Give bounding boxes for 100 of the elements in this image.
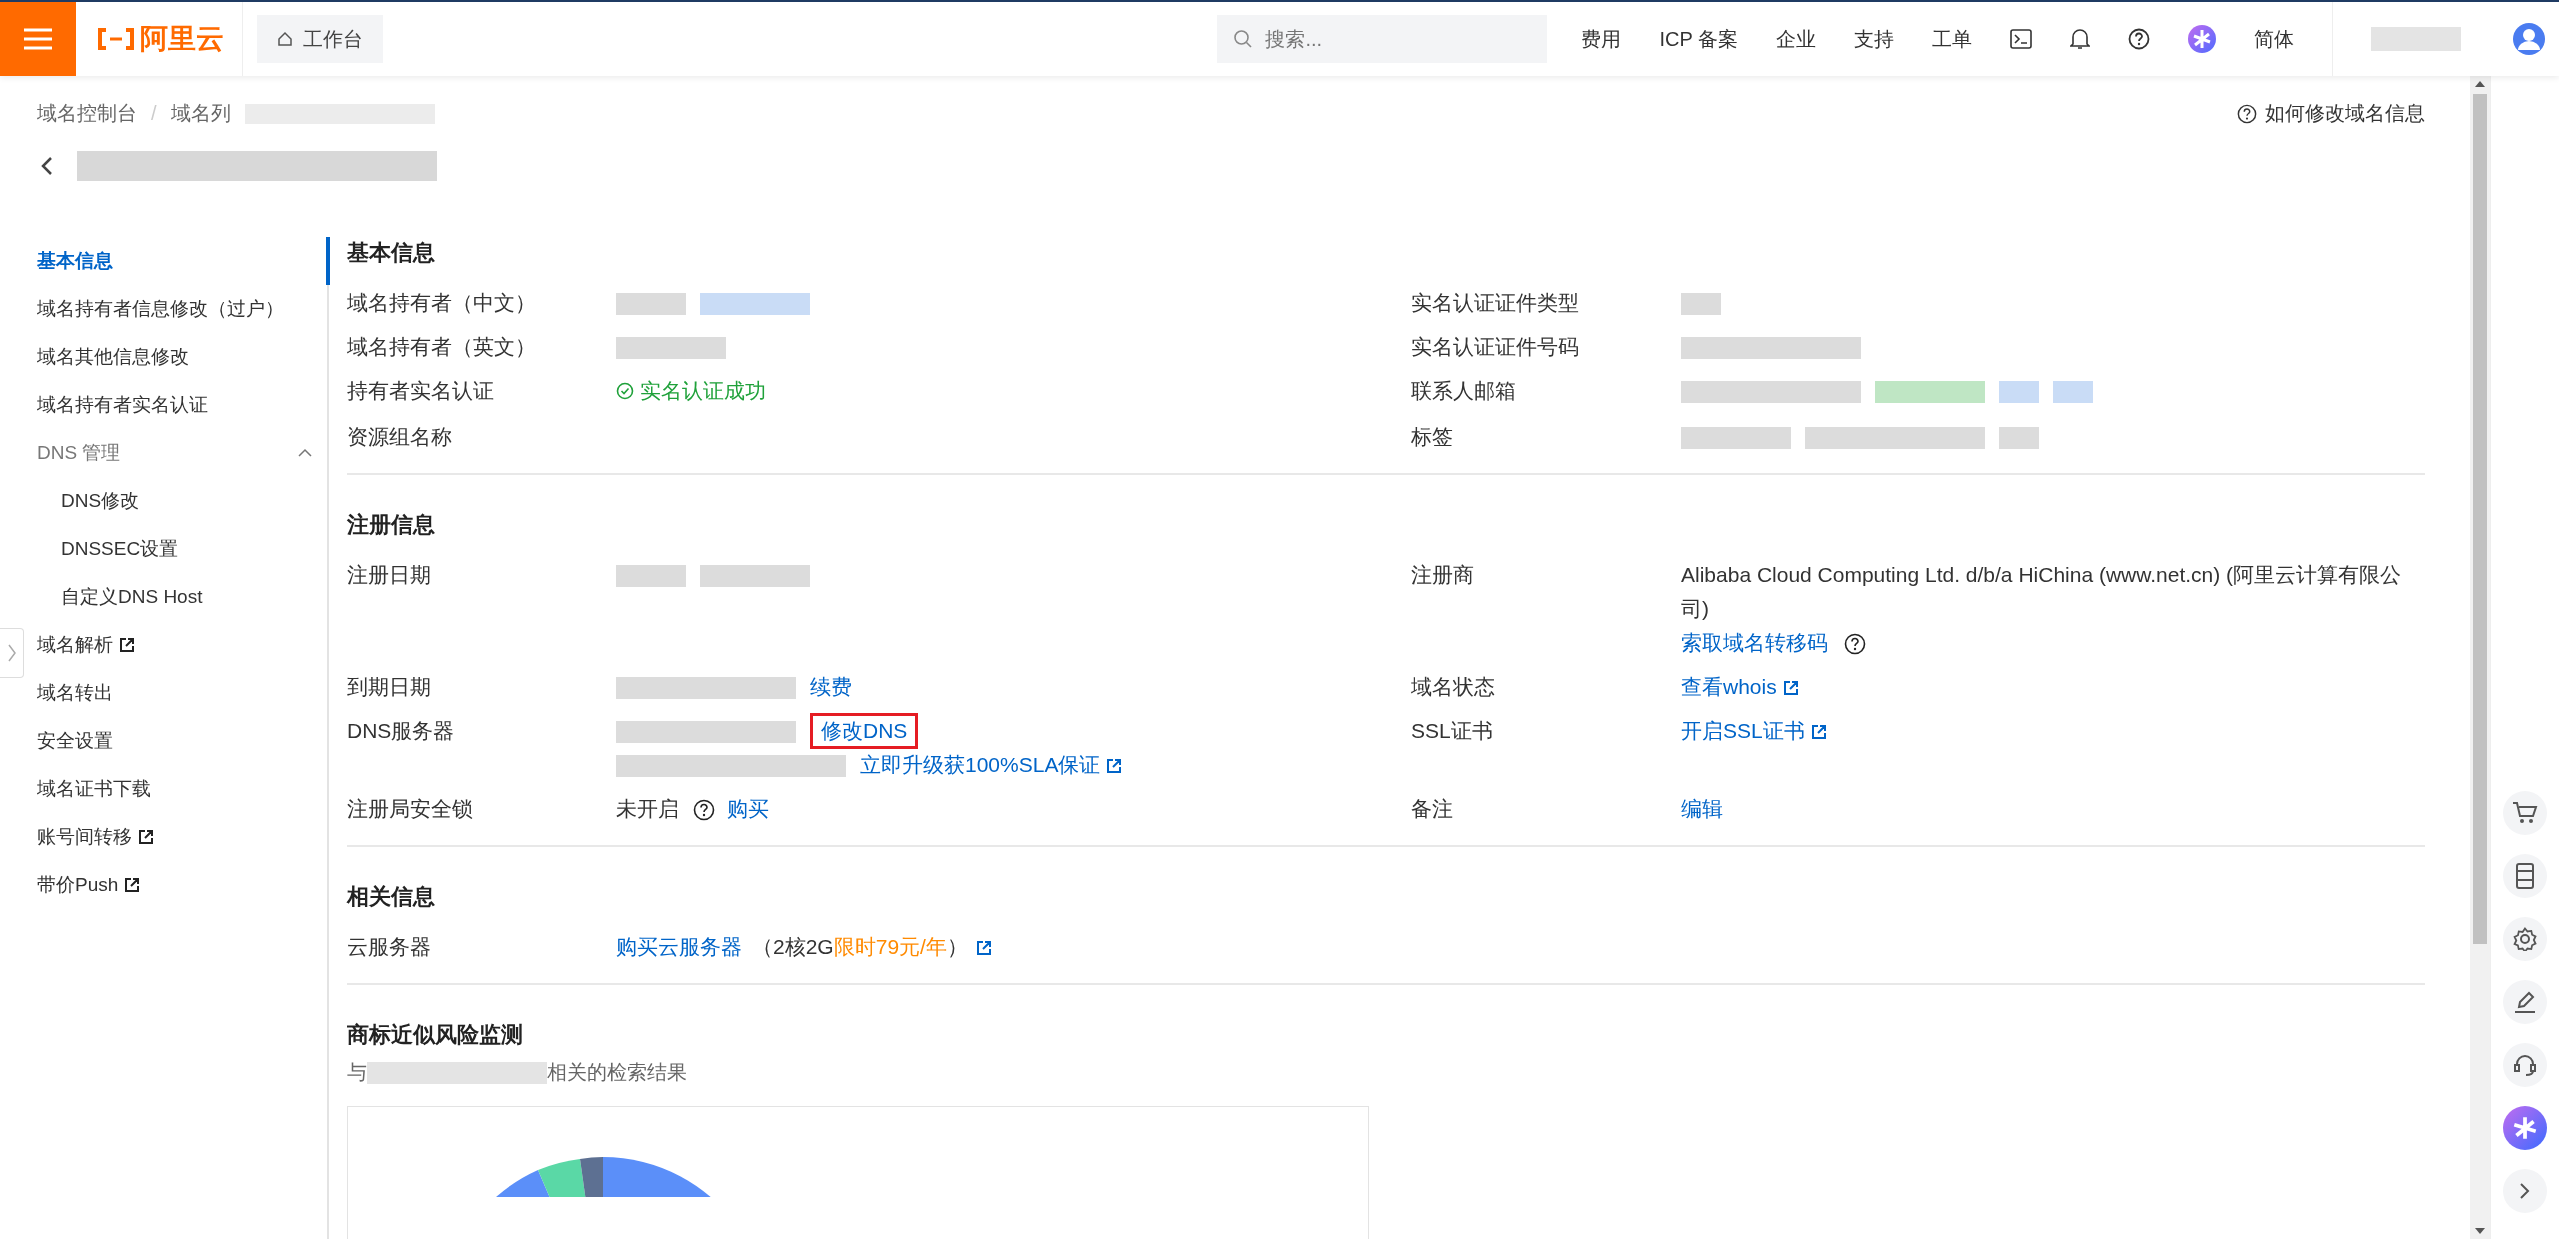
sidebar-item[interactable]: 自定义DNS Host: [37, 573, 330, 621]
pencil-icon: [2513, 990, 2537, 1014]
expand-handle[interactable]: [0, 628, 24, 678]
subtitle-text: 与: [347, 1060, 367, 1085]
status-text: 实名认证成功: [616, 374, 766, 408]
link[interactable]: 续费: [810, 675, 852, 698]
external-link-icon: [1782, 680, 1799, 697]
promo-text: 限时79元/年: [833, 935, 947, 958]
breadcrumb-link[interactable]: 域名列: [170, 100, 231, 127]
external-link-icon: [1106, 758, 1123, 775]
logo-icon: [96, 27, 136, 51]
breadcrumb-separator: /: [151, 102, 157, 125]
sidebar-item[interactable]: 域名证书下载: [37, 765, 330, 813]
nav-link[interactable]: 费用: [1581, 25, 1622, 53]
assistant-button[interactable]: [2503, 1106, 2547, 1150]
section-heading: 商标近似风险监测: [347, 1021, 524, 1049]
field-value: Alibaba Cloud Computing Ltd. d/b/a HiChina (www.net.cn) (阿里云计算有限公司): [1681, 562, 2403, 622]
field-value: 未开启: [616, 797, 679, 820]
sidebar-item[interactable]: DNS 管理: [37, 429, 330, 477]
settings-icon: [2513, 927, 2537, 951]
chevron-icon: [2519, 1182, 2531, 1200]
help-link[interactable]: 如何修改域名信息: [2237, 100, 2425, 127]
mobile-app-button[interactable]: [2503, 854, 2547, 898]
sidebar-item[interactable]: 域名解析: [37, 621, 330, 669]
menu-button[interactable]: [0, 2, 76, 76]
phone-icon: [2514, 863, 2536, 889]
edit-button[interactable]: [2503, 980, 2547, 1024]
terminal-icon[interactable]: [2010, 29, 2032, 49]
breadcrumb-link[interactable]: 域名控制台: [37, 100, 137, 127]
cart-icon: [2512, 801, 2538, 825]
field-value: （2核2G: [752, 935, 834, 958]
link[interactable]: 开启SSL证书: [1681, 719, 1827, 742]
field-label: 域名持有者（英文）: [347, 334, 537, 360]
field-label: 标签: [1411, 424, 1454, 450]
field-value: ）: [946, 935, 968, 958]
section-heading: 相关信息: [347, 883, 436, 911]
language-label[interactable]: 简体: [2254, 25, 2294, 53]
assistant-icon[interactable]: [2188, 25, 2216, 53]
sidebar-item[interactable]: 域名转出: [37, 669, 330, 717]
nav-link[interactable]: 支持: [1854, 25, 1894, 53]
link[interactable]: 购买: [727, 797, 769, 820]
nav-link[interactable]: ICP 备案: [1659, 25, 1738, 53]
sidebar-item[interactable]: 账号间转移: [37, 813, 330, 861]
field-label: 注册局安全锁: [347, 796, 474, 822]
bell-icon[interactable]: [2070, 28, 2090, 50]
cart-button[interactable]: [2503, 791, 2547, 835]
field-label: 注册日期: [347, 562, 432, 588]
field-label: DNS服务器: [347, 718, 456, 744]
avatar-icon[interactable]: [2513, 23, 2545, 55]
workbench-tab[interactable]: 工作台: [257, 15, 383, 63]
external-link-icon: [138, 829, 154, 845]
link[interactable]: 购买云服务器: [616, 935, 742, 958]
nav-link[interactable]: 工单: [1932, 25, 1972, 53]
menu-icon: [24, 28, 52, 50]
help-icon[interactable]: [1844, 633, 1866, 656]
external-link-icon: [119, 637, 135, 653]
help-icon[interactable]: [693, 799, 715, 822]
field-label: 注册商: [1411, 562, 1475, 588]
field-label: 域名持有者（中文）: [347, 290, 537, 316]
external-link-icon: [1810, 724, 1827, 741]
subtitle-text: 相关的检索结果: [547, 1060, 687, 1085]
external-link-icon: [124, 877, 141, 893]
link[interactable]: 编辑: [1681, 797, 1723, 820]
sidebar-item[interactable]: DNSSEC设置: [37, 525, 330, 573]
settings-button[interactable]: [2503, 917, 2547, 961]
field-label: 到期日期: [347, 674, 432, 700]
sidebar-item[interactable]: 安全设置: [37, 717, 330, 765]
scrollbar[interactable]: [2470, 76, 2490, 1239]
headset-icon: [2513, 1053, 2537, 1077]
field-label: 持有者实名认证: [347, 378, 495, 404]
help-icon[interactable]: [2128, 28, 2150, 50]
field-label: 云服务器: [347, 934, 432, 960]
field-label: SSL证书: [1411, 718, 1494, 744]
sidebar-item[interactable]: 域名其他信息修改: [37, 333, 330, 381]
sidebar-item[interactable]: 域名持有者信息修改（过户）: [37, 285, 330, 333]
support-button[interactable]: [2503, 1043, 2547, 1087]
nav-link[interactable]: 企业: [1776, 25, 1816, 53]
scroll-down-icon[interactable]: [2474, 1227, 2486, 1235]
search-field[interactable]: 搜索...: [1217, 15, 1548, 63]
field-label: 实名认证证件类型: [1411, 290, 1580, 316]
scrollbar-thumb[interactable]: [2473, 94, 2487, 944]
field-label: 联系人邮箱: [1411, 378, 1517, 404]
expand-button[interactable]: [2503, 1169, 2547, 1213]
field-label: 备注: [1411, 796, 1454, 822]
chevron-icon: [6, 643, 17, 663]
field-label: 域名状态: [1411, 674, 1496, 700]
field-label: 实名认证证件号码: [1411, 334, 1580, 360]
link[interactable]: 查看whois: [1681, 675, 1799, 698]
external-link-icon[interactable]: [975, 940, 992, 957]
sidebar-item[interactable]: DNS修改: [37, 477, 330, 525]
sidebar-item[interactable]: 域名持有者实名认证: [37, 381, 330, 429]
link[interactable]: 立即升级获100%SLA保证: [860, 753, 1123, 776]
search-icon: [1233, 29, 1254, 49]
sidebar-item[interactable]: 带价Push: [37, 861, 330, 909]
scroll-up-icon[interactable]: [2474, 80, 2486, 88]
help-icon: [2237, 103, 2257, 124]
link[interactable]: 修改DNS: [810, 713, 919, 749]
link[interactable]: 索取域名转移码: [1681, 631, 1828, 654]
section-heading: 基本信息: [347, 239, 436, 267]
sidebar-item[interactable]: 基本信息: [37, 237, 330, 285]
